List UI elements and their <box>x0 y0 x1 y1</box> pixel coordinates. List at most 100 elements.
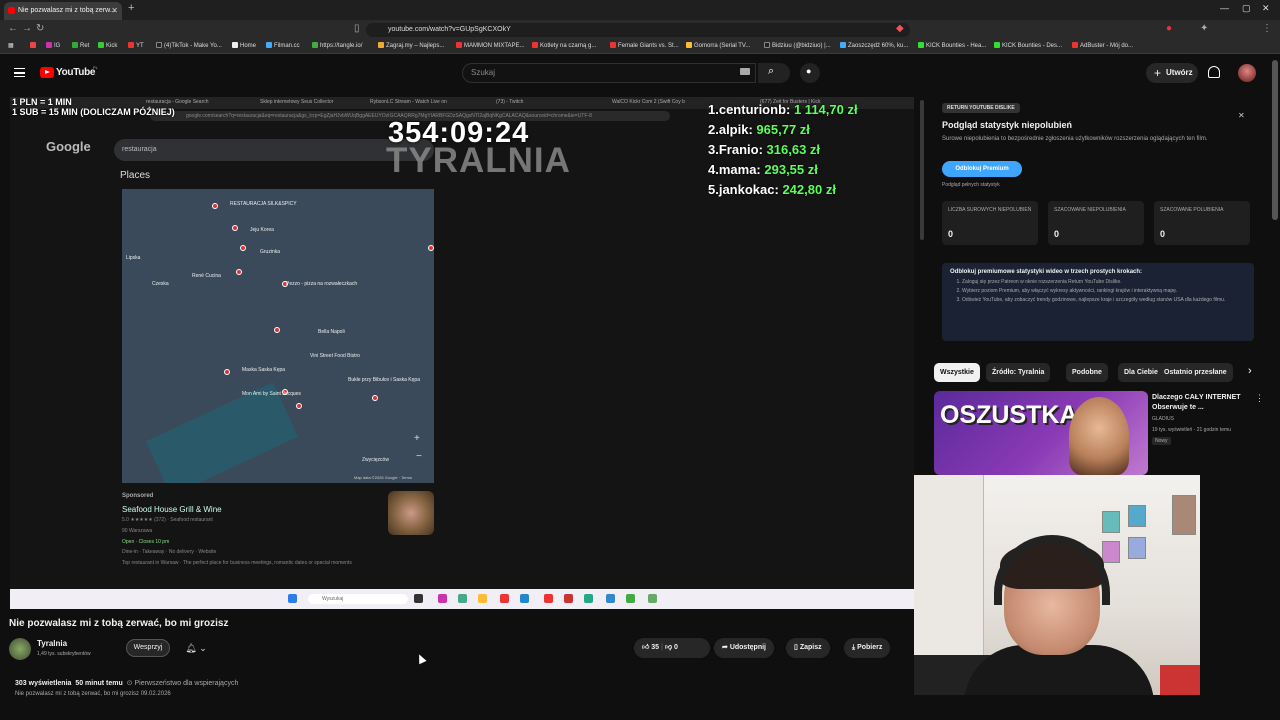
bookmark-item[interactable]: Home <box>232 42 256 49</box>
browser-tab[interactable]: Nie pozwalasz mi z tobą zerw... ✕ <box>4 2 122 20</box>
bookmark-item[interactable]: Gomorra (Serial TV... <box>686 42 750 49</box>
page-scrollbar[interactable] <box>1272 60 1278 220</box>
voice-search-button[interactable]: ● <box>800 63 820 83</box>
close-window-icon[interactable]: ✕ <box>1262 3 1270 14</box>
youtube-logo-text[interactable]: YouTube <box>56 67 96 78</box>
channel-name[interactable]: Tyralnia <box>37 639 67 648</box>
bookmark-item[interactable]: Zagraj.my – Najleps... <box>378 42 444 49</box>
bookmark-item[interactable]: KICK Bounties - Hea... <box>918 42 986 49</box>
forward-icon[interactable]: → <box>22 23 32 34</box>
search-input[interactable]: Szukaj <box>462 63 756 83</box>
bookmark-item[interactable]: (4)TikTok - Make Yo... <box>156 42 222 49</box>
share-button[interactable]: ➦ Udostępnij <box>714 638 774 658</box>
bookmark-item[interactable]: Female Giants vs. St... <box>610 42 679 49</box>
taskbar-app-icon <box>648 594 657 603</box>
leaderboard-row: 4.mama: 293,55 zł <box>708 160 858 180</box>
bookmark-item[interactable]: YT <box>128 42 144 49</box>
bookmark-item[interactable]: Kick <box>98 42 117 49</box>
restaurant-info: Dine-in · Takeaway · No delivery · Websi… <box>122 549 217 555</box>
like-button[interactable]: 👍︎ 35 <box>642 644 659 651</box>
donor-name: 1.centurionb: <box>708 102 791 117</box>
related-video-title[interactable]: Dlaczego CAŁY INTERNET Obserwuje te ... <box>1152 393 1252 413</box>
map-label: RESTAURACJA SILK&SPICY <box>230 201 297 207</box>
url-text: youtube.com/watch?v=GUpSgKCXOkY <box>388 26 511 33</box>
restaurant-info: 90 Warszawa <box>122 528 153 534</box>
description-meta[interactable]: 303 wyświetlenia 50 minut temu ⊙ Pierwsz… <box>15 679 238 687</box>
extension-icon[interactable]: ◆ <box>896 23 904 34</box>
support-button[interactable]: Wesprzyj <box>126 639 170 657</box>
close-icon[interactable]: ✕ <box>1238 111 1245 120</box>
back-icon[interactable]: ← <box>8 23 18 34</box>
donor-name: 2.alpik: <box>708 122 753 137</box>
video-player[interactable]: restauracja - Google Search Sklep intern… <box>10 97 914 609</box>
bookmark-item[interactable]: Ret <box>72 42 89 49</box>
channel-avatar[interactable] <box>9 638 31 660</box>
apps-icon[interactable]: ▦ <box>8 42 14 49</box>
menu-icon[interactable]: ⋮ <box>1262 23 1272 34</box>
zoom-out-icon[interactable]: − <box>416 451 422 462</box>
bookmark-item[interactable]: IG <box>46 42 60 49</box>
map-pin <box>236 269 242 275</box>
donor-amount: 965,77 zł <box>756 122 810 137</box>
taskbar-app-icon <box>500 594 509 603</box>
webcam-poster <box>1172 495 1196 535</box>
map-label: Bukłe przy Bibułce i Saska Kępa <box>348 377 420 383</box>
new-tab-icon[interactable]: + <box>128 2 134 14</box>
chip-all[interactable]: Wszystkie <box>934 363 980 382</box>
bookmark-item[interactable]: MAMMON MIXTAPE... <box>456 42 525 49</box>
chip-for-you[interactable]: Dla Ciebie <box>1118 363 1164 382</box>
thumbnail-text: OSZUSTKA <box>940 401 1078 429</box>
webcam-poster <box>1128 537 1146 559</box>
more-options-icon[interactable]: ⋮ <box>1255 393 1264 404</box>
save-button[interactable]: ▯ Zapisz <box>786 638 830 658</box>
create-label: Utwórz <box>1166 68 1193 77</box>
close-tab-icon[interactable]: ✕ <box>111 2 118 20</box>
chip-similar[interactable]: Podobne <box>1066 363 1108 382</box>
extensions-icon[interactable]: ✦ <box>1200 23 1208 34</box>
maximize-icon[interactable]: ▢ <box>1242 3 1251 14</box>
dislike-button[interactable]: 👎︎ 0 <box>665 644 678 651</box>
bookmark-item[interactable]: Bidziuu (@bidziuo) |... <box>764 42 831 49</box>
subscription-bell-button[interactable]: 🔔︎ ⌄ <box>180 639 212 657</box>
search-icon: ⌕ <box>768 65 775 77</box>
bookmark-page-icon[interactable]: ▯ <box>354 23 360 34</box>
create-button[interactable]: Utwórz <box>1146 63 1198 83</box>
record-icon[interactable]: ● <box>1166 23 1172 34</box>
download-button[interactable]: ⤓ Pobierz <box>844 638 891 658</box>
bookmark-item[interactable]: Filman.cc <box>266 42 300 49</box>
ryd-panel: RETURN YOUTUBE DISLIKE ✕ Podgląd statyst… <box>932 97 1262 347</box>
bookmark-item[interactable]: Kotlety na czarną g... <box>532 42 596 49</box>
chip-source[interactable]: Źródło: Tyralnia <box>986 363 1051 382</box>
related-video-thumbnail[interactable]: OSZUSTKA <box>934 391 1148 475</box>
youtube-logo-icon[interactable] <box>40 67 54 78</box>
view-count: 303 wyświetlenia <box>15 680 72 687</box>
related-video-channel[interactable]: GLADIUS <box>1152 416 1174 422</box>
share-icon: ➦ <box>722 644 728 651</box>
steps-title: Odblokuj premiumowe statystyki wideo w t… <box>950 269 1143 275</box>
hamburger-menu-icon[interactable] <box>14 68 25 77</box>
account-avatar[interactable] <box>1238 64 1256 82</box>
bookmark-item[interactable]: Zaoszczędź 60%, ku... <box>840 42 908 49</box>
zoom-in-icon[interactable]: + <box>414 433 420 444</box>
minimize-icon[interactable]: — <box>1220 3 1229 13</box>
map-label: Bella Napoli <box>318 329 345 335</box>
bookmark-item[interactable]: AdBuster - Mój do... <box>1072 42 1133 49</box>
unlock-premium-button[interactable]: Odblokuj Premium <box>942 161 1022 177</box>
video-scrollbar[interactable] <box>920 100 924 240</box>
chevron-right-icon[interactable]: › <box>1248 365 1252 377</box>
reload-icon[interactable]: ↻ <box>36 23 44 34</box>
taskbar-search-text: Wyszukaj <box>322 596 344 602</box>
bell-icon: 🔔︎ <box>185 643 197 653</box>
bookmark-item[interactable] <box>30 42 38 49</box>
thumbs-down-icon: 👎︎ <box>664 644 673 651</box>
search-button[interactable]: ⌕ <box>758 63 790 83</box>
map-pin <box>224 369 230 375</box>
url-field[interactable]: youtube.com/watch?v=GUpSgKCXOkY <box>366 23 910 37</box>
bookmark-item[interactable]: https://tangle.io/ <box>312 42 362 49</box>
chip-recent[interactable]: Ostatnio przesłane <box>1158 363 1233 382</box>
bookmark-item[interactable]: KICK Bounties - Des... <box>994 42 1062 49</box>
keyboard-icon[interactable] <box>740 68 750 75</box>
notifications-bell-icon[interactable] <box>1208 66 1220 78</box>
taskview-icon <box>414 594 423 603</box>
map-pin <box>296 403 302 409</box>
